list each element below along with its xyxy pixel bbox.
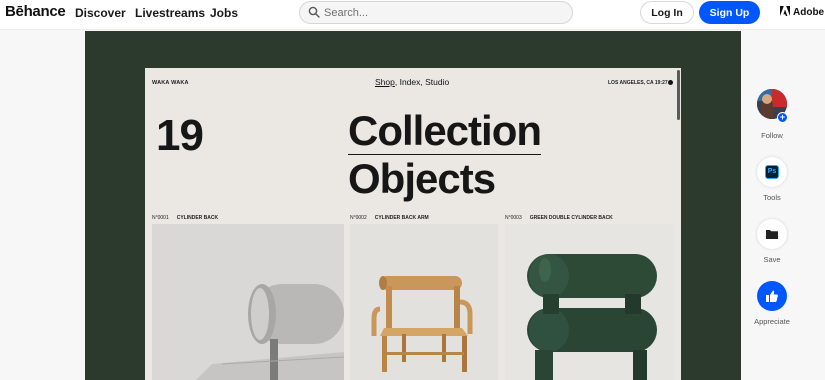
- green-double-cylinder-back-photo: [505, 224, 674, 380]
- adobe-logo-icon: [780, 6, 790, 16]
- adobe-link[interactable]: Adobe: [780, 6, 824, 18]
- item-name: GREEN DOUBLE CYLINDER BACK: [529, 215, 613, 221]
- product-card-cylinder-back-arm[interactable]: [350, 224, 498, 380]
- follow-label[interactable]: Follow: [742, 131, 802, 140]
- item-number: N°0003: [505, 215, 522, 221]
- follow-plus-icon[interactable]: +: [777, 112, 788, 123]
- item-name: CYLINDER BACK ARM: [374, 215, 429, 221]
- item-name: CYLINDER BACK: [176, 215, 219, 221]
- appreciate-label[interactable]: Appreciate: [742, 317, 802, 326]
- tools-button[interactable]: Ps: [757, 157, 787, 187]
- adobe-label: Adobe: [793, 7, 825, 18]
- top-navigation: Bēhance Discover Livestreams Jobs Log In…: [0, 0, 825, 30]
- item-number: N°0002: [350, 215, 367, 221]
- project-image[interactable]: WAKA WAKA Shop, Index, Studio LOS ANGELE…: [145, 68, 681, 380]
- site-status-dot: [668, 80, 673, 85]
- site-nav-shop: Shop: [375, 77, 395, 87]
- product-card-green-double-cylinder-back[interactable]: [505, 224, 674, 380]
- save-label[interactable]: Save: [742, 255, 802, 264]
- cylinder-back-photo: [152, 224, 344, 380]
- site-location: LOS ANGELES, CA 19:27: [608, 80, 668, 86]
- photoshop-icon: Ps: [765, 165, 779, 179]
- tools-label[interactable]: Tools: [742, 193, 802, 202]
- search-input[interactable]: [324, 4, 564, 21]
- project-scrollbar[interactable]: [677, 70, 680, 120]
- search-bar[interactable]: [299, 1, 573, 24]
- cylinder-back-arm-photo: [350, 224, 498, 380]
- nav-jobs[interactable]: Jobs: [210, 6, 238, 20]
- site-nav: Shop, Index, Studio: [375, 77, 449, 87]
- collection-title-line2: Objects: [348, 155, 496, 202]
- save-button[interactable]: [757, 219, 787, 249]
- item-label-3: N°0003 GREEN DOUBLE CYLINDER BACK: [505, 215, 613, 221]
- behance-logo[interactable]: Bēhance: [5, 3, 66, 20]
- site-nav-rest: , Index, Studio: [394, 77, 450, 87]
- search-icon: [308, 6, 320, 18]
- item-label-2: N°0002 CYLINDER BACK ARM: [350, 215, 429, 221]
- collection-number: 19: [156, 111, 204, 160]
- collection-title-line1: Collection: [348, 107, 542, 155]
- signup-button[interactable]: Sign Up: [699, 1, 760, 24]
- nav-discover[interactable]: Discover: [75, 6, 126, 20]
- product-card-cylinder-back[interactable]: [152, 224, 344, 380]
- nav-livestreams[interactable]: Livestreams: [135, 6, 205, 20]
- folder-icon: [766, 230, 778, 239]
- thumbs-up-icon: [766, 290, 778, 302]
- item-number: N°0001: [152, 215, 169, 221]
- appreciate-button[interactable]: [757, 281, 787, 311]
- login-button[interactable]: Log In: [640, 1, 694, 24]
- site-brand: WAKA WAKA: [152, 80, 189, 86]
- item-label-1: N°0001 CYLINDER BACK: [152, 215, 218, 221]
